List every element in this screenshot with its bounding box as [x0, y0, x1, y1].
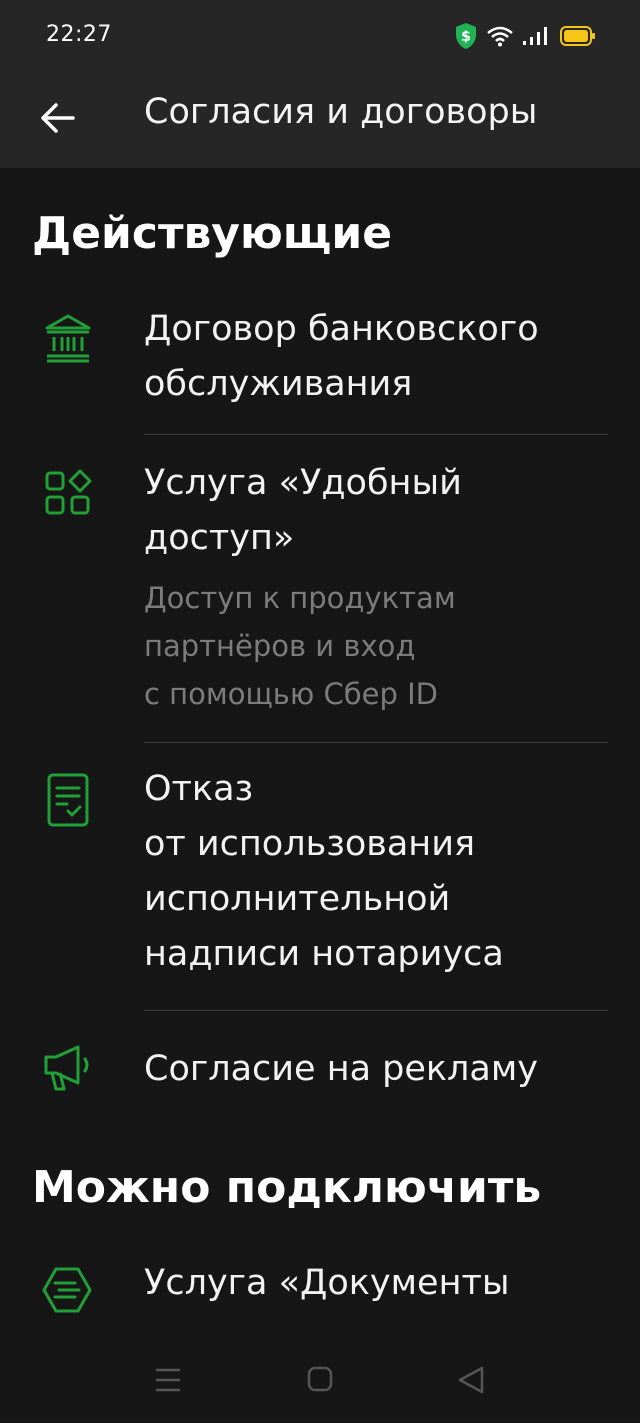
- status-bar: 22:27 $: [0, 0, 640, 72]
- system-nav-bar: [0, 1340, 640, 1423]
- megaphone-icon: [38, 1038, 98, 1098]
- section-title-available: Можно подключить: [32, 1162, 542, 1213]
- section-title-active: Действующие: [32, 208, 393, 259]
- consents-list: Действующие Договор банковского обслужив…: [0, 168, 640, 1348]
- document-fast-icon: [38, 1260, 98, 1320]
- menu-nav-button[interactable]: [148, 1364, 188, 1396]
- list-item-documents-service[interactable]: Услуга «Документы: [0, 1263, 640, 1344]
- document-check-icon: [38, 770, 98, 830]
- bank-icon: [38, 308, 98, 368]
- apps-grid-icon: [38, 464, 98, 524]
- menu-icon: [156, 1368, 180, 1392]
- item-title: Услуга «Удобный доступ»: [144, 463, 462, 558]
- item-title: Отказ от использования исполнительной на…: [144, 769, 504, 974]
- item-title: Согласие на рекламу: [144, 1049, 538, 1089]
- item-title: Договор банковского обслуживания: [144, 309, 539, 404]
- list-item-convenient-access[interactable]: Услуга «Удобный доступ» Доступ к продукт…: [0, 463, 640, 742]
- divider: [144, 434, 608, 435]
- back-button[interactable]: [30, 90, 86, 146]
- page-title: Согласия и договоры: [144, 92, 538, 132]
- home-nav-button[interactable]: [300, 1364, 340, 1396]
- back-nav-button[interactable]: [452, 1364, 492, 1396]
- svg-text:$: $: [461, 29, 471, 45]
- status-time: 22:27: [46, 22, 112, 47]
- app-bar: Согласия и договоры: [0, 72, 640, 168]
- wifi-icon: [487, 26, 513, 47]
- divider: [144, 742, 608, 743]
- shield-dollar-icon: $: [456, 23, 476, 49]
- list-item-banking-agreement[interactable]: Договор банковского обслуживания: [0, 308, 640, 436]
- battery-icon: [560, 26, 595, 46]
- list-item-notary-refusal[interactable]: Отказ от использования исполнительной на…: [0, 769, 640, 1010]
- signal-icon: [523, 27, 547, 45]
- item-title: Услуга «Документы: [144, 1263, 510, 1303]
- item-subtitle: Доступ к продуктам партнёров и вход с по…: [144, 581, 456, 711]
- list-item-ad-consent[interactable]: Согласие на рекламу: [0, 1040, 640, 1100]
- arrow-left-icon: [41, 103, 75, 133]
- back-triangle-icon: [458, 1366, 484, 1394]
- divider: [144, 1010, 608, 1011]
- home-icon: [307, 1366, 333, 1392]
